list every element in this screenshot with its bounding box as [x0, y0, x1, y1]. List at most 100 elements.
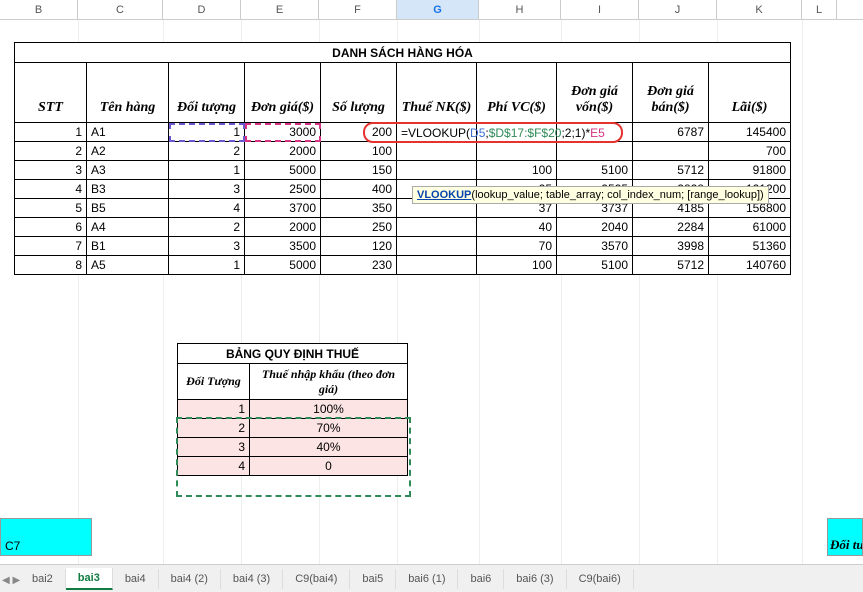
- cell[interactable]: 6787: [633, 123, 709, 142]
- sheet-tab[interactable]: bai4 (3): [221, 569, 283, 589]
- cell[interactable]: 5712: [633, 161, 709, 180]
- cell[interactable]: 4: [15, 180, 87, 199]
- cell[interactable]: A4: [87, 218, 169, 237]
- cell[interactable]: A5: [87, 256, 169, 275]
- cell[interactable]: 3: [15, 161, 87, 180]
- cell[interactable]: 100%: [250, 400, 408, 419]
- sheet-tab[interactable]: bai4 (2): [159, 569, 221, 589]
- cell[interactable]: 2: [169, 218, 245, 237]
- cell[interactable]: 3: [169, 180, 245, 199]
- cell[interactable]: 3700: [245, 199, 321, 218]
- cell[interactable]: 5000: [245, 256, 321, 275]
- cell[interactable]: 400: [321, 180, 397, 199]
- col-header-H[interactable]: H: [479, 0, 561, 19]
- cell[interactable]: 150: [321, 161, 397, 180]
- cell[interactable]: [397, 161, 477, 180]
- cell[interactable]: 350: [321, 199, 397, 218]
- cell[interactable]: 100: [477, 161, 557, 180]
- col-header-L[interactable]: L: [802, 0, 837, 19]
- table-row[interactable]: 6 A4 2 2000 250 40 2040 2284 61000: [15, 218, 791, 237]
- cell[interactable]: 40: [477, 218, 557, 237]
- tab-nav-arrows-icon[interactable]: ◀ ▶: [2, 575, 20, 586]
- cell[interactable]: 100: [477, 256, 557, 275]
- cell[interactable]: A1: [87, 123, 169, 142]
- cell[interactable]: 3570: [557, 237, 633, 256]
- cell[interactable]: 1: [178, 400, 250, 419]
- table-row[interactable]: 2 A2 2 2000 100 700: [15, 142, 791, 161]
- cell[interactable]: 6: [15, 218, 87, 237]
- cell[interactable]: [397, 237, 477, 256]
- cell[interactable]: 2000: [245, 218, 321, 237]
- tooltip-fn-link[interactable]: VLOOKUP: [417, 189, 471, 201]
- cell-D5[interactable]: 1: [169, 123, 245, 142]
- main-goods-table[interactable]: DANH SÁCH HÀNG HÓA STT Tên hàng Đối tượn…: [14, 42, 791, 275]
- cell[interactable]: [397, 256, 477, 275]
- tax-row[interactable]: 40: [178, 457, 408, 476]
- col-header-B[interactable]: B: [0, 0, 78, 19]
- cell[interactable]: 250: [321, 218, 397, 237]
- cell[interactable]: A2: [87, 142, 169, 161]
- sheet-tab[interactable]: bai6: [458, 569, 504, 589]
- cell[interactable]: 2: [178, 419, 250, 438]
- col-header-F[interactable]: F: [319, 0, 397, 19]
- col-header-K[interactable]: K: [717, 0, 802, 19]
- cell[interactable]: 5100: [557, 256, 633, 275]
- cell[interactable]: 8: [15, 256, 87, 275]
- cell[interactable]: B5: [87, 199, 169, 218]
- cell[interactable]: [557, 142, 633, 161]
- sheet-tab[interactable]: bai5: [350, 569, 396, 589]
- cell[interactable]: 2500: [245, 180, 321, 199]
- cell[interactable]: [633, 142, 709, 161]
- cell[interactable]: 3998: [633, 237, 709, 256]
- col-header-G[interactable]: G: [397, 0, 479, 19]
- tax-row[interactable]: 1100%: [178, 400, 408, 419]
- cyan-cell-right[interactable]: Đối tư: [827, 518, 863, 556]
- cell[interactable]: [397, 218, 477, 237]
- cell[interactable]: 3: [178, 438, 250, 457]
- cell[interactable]: B3: [87, 180, 169, 199]
- cell[interactable]: 2040: [557, 218, 633, 237]
- cell[interactable]: [397, 142, 477, 161]
- cell[interactable]: 1: [169, 256, 245, 275]
- cell[interactable]: 70: [477, 237, 557, 256]
- cell[interactable]: 0: [250, 457, 408, 476]
- col-header-J[interactable]: J: [639, 0, 717, 19]
- cell[interactable]: 3500: [245, 237, 321, 256]
- cell[interactable]: 4: [169, 199, 245, 218]
- cell[interactable]: 91800: [709, 161, 791, 180]
- cell[interactable]: 51360: [709, 237, 791, 256]
- cell[interactable]: A3: [87, 161, 169, 180]
- col-header-I[interactable]: I: [561, 0, 639, 19]
- cell-E5[interactable]: 3000: [245, 123, 321, 142]
- cell[interactable]: 3: [169, 237, 245, 256]
- cyan-cell-left[interactable]: C7: [0, 518, 92, 556]
- cell[interactable]: B1: [87, 237, 169, 256]
- cell[interactable]: 230: [321, 256, 397, 275]
- cell[interactable]: 1: [169, 161, 245, 180]
- cell[interactable]: 100: [321, 142, 397, 161]
- col-header-D[interactable]: D: [163, 0, 241, 19]
- cell[interactable]: 5: [15, 199, 87, 218]
- table-row[interactable]: 7 B1 3 3500 120 70 3570 3998 51360: [15, 237, 791, 256]
- sheet-tab[interactable]: bai3: [66, 568, 113, 590]
- cell[interactable]: 120: [321, 237, 397, 256]
- table-row[interactable]: 8 A5 1 5000 230 100 5100 5712 140760: [15, 256, 791, 275]
- table-row[interactable]: 3 A3 1 5000 150 100 5100 5712 91800: [15, 161, 791, 180]
- cell[interactable]: 1: [15, 123, 87, 142]
- sheet-tab[interactable]: C9(bai4): [283, 569, 350, 589]
- cell[interactable]: 40%: [250, 438, 408, 457]
- sheet-tab[interactable]: bai6 (3): [504, 569, 566, 589]
- cell[interactable]: 7: [15, 237, 87, 256]
- cell[interactable]: 5712: [633, 256, 709, 275]
- cell[interactable]: 5000: [245, 161, 321, 180]
- cell[interactable]: [477, 142, 557, 161]
- cell[interactable]: 70%: [250, 419, 408, 438]
- cell[interactable]: 145400: [709, 123, 791, 142]
- tax-rule-table[interactable]: BẢNG QUY ĐỊNH THUẾ Đối Tượng Thuế nhập k…: [177, 343, 408, 476]
- cell[interactable]: 2284: [633, 218, 709, 237]
- table-row[interactable]: 1 A1 1 3000 200 =VLOOKUP(D5;$D$17:$F$20;…: [15, 123, 791, 142]
- cell[interactable]: 5100: [557, 161, 633, 180]
- tax-row[interactable]: 270%: [178, 419, 408, 438]
- sheet-tab[interactable]: C9(bai6): [567, 569, 634, 589]
- sheet-tab[interactable]: bai4: [113, 569, 159, 589]
